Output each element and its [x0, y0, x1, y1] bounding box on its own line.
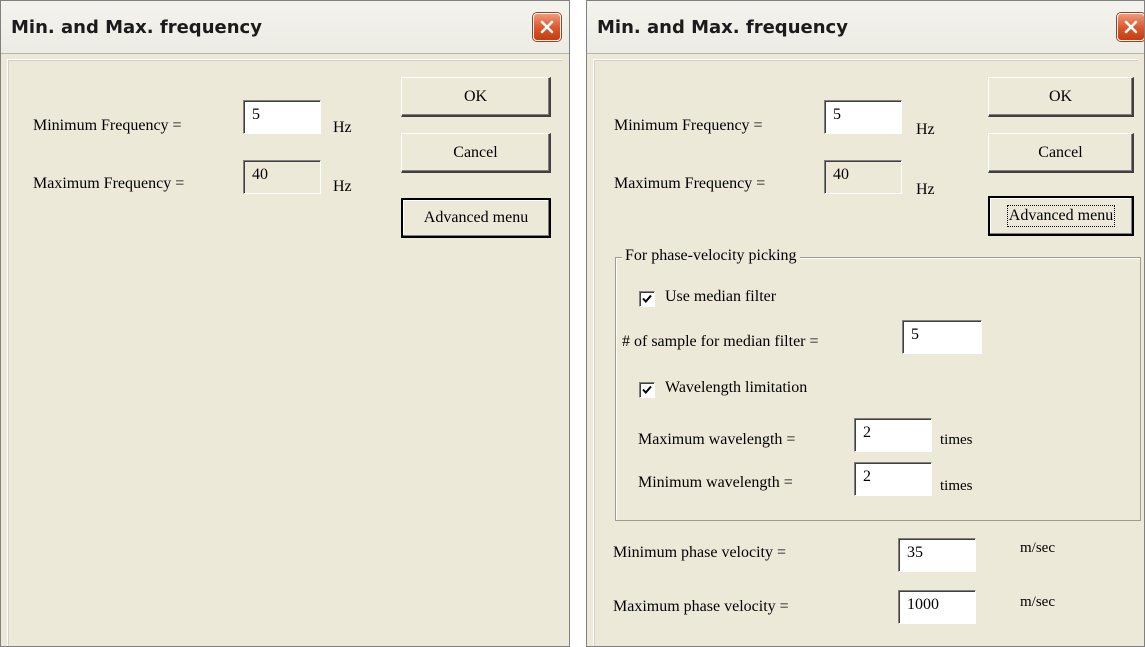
max-frequency-label: Maximum Frequency =: [614, 175, 766, 192]
min-wavelength-input[interactable]: 2: [854, 462, 932, 496]
ok-button[interactable]: OK: [401, 77, 551, 117]
max-frequency-input[interactable]: 40: [243, 160, 321, 194]
min-frequency-label: Minimum Frequency =: [33, 117, 182, 134]
advanced-menu-button-label: Advanced menu: [423, 209, 529, 226]
max-wavelength-unit: times: [940, 432, 973, 448]
max-frequency-unit: Hz: [916, 181, 935, 198]
use-median-filter-label: Use median filter: [665, 288, 777, 305]
max-phase-velocity-input[interactable]: 1000: [898, 590, 976, 624]
wavelength-limitation-label: Wavelength limitation: [665, 379, 808, 396]
max-frequency-label: Maximum Frequency =: [33, 175, 185, 192]
min-frequency-unit: Hz: [916, 121, 935, 138]
close-button[interactable]: [1117, 13, 1144, 41]
title-bar[interactable]: Min. and Max. frequency: [587, 1, 1144, 54]
ok-button-label: OK: [1048, 87, 1073, 105]
ok-button-label: OK: [463, 87, 488, 105]
cancel-button-label: Cancel: [453, 143, 498, 161]
dialog-body: Minimum Frequency = 5 Hz Maximum Frequen…: [7, 59, 563, 646]
max-frequency-input[interactable]: 40: [824, 160, 902, 194]
min-frequency-input[interactable]: 5: [243, 100, 321, 134]
min-frequency-unit: Hz: [333, 119, 352, 136]
dialog-title: Min. and Max. frequency: [11, 17, 262, 38]
group-title: For phase-velocity picking: [622, 247, 800, 265]
dialog-title: Min. and Max. frequency: [597, 17, 848, 38]
max-frequency-unit: Hz: [333, 178, 352, 195]
dialog-min-max-frequency-advanced: Min. and Max. frequency Minimum Frequenc…: [586, 0, 1145, 647]
median-samples-input[interactable]: 5: [902, 320, 982, 354]
cancel-button[interactable]: Cancel: [988, 133, 1134, 173]
min-wavelength-label: Minimum wavelength =: [638, 474, 793, 491]
max-phase-velocity-label: Maximum phase velocity =: [613, 598, 789, 615]
min-phase-velocity-unit: m/sec: [1020, 540, 1055, 556]
min-wavelength-unit: times: [940, 478, 973, 494]
advanced-menu-button[interactable]: Advanced menu: [401, 198, 551, 238]
advanced-menu-button-label: Advanced menu: [1006, 205, 1116, 227]
dialog-min-max-frequency: Min. and Max. frequency Minimum Frequenc…: [0, 0, 570, 647]
min-frequency-label: Minimum Frequency =: [614, 117, 763, 134]
title-bar[interactable]: Min. and Max. frequency: [1, 1, 569, 54]
ok-button[interactable]: OK: [988, 77, 1134, 117]
max-wavelength-label: Maximum wavelength =: [638, 431, 796, 448]
advanced-menu-button[interactable]: Advanced menu: [988, 196, 1134, 236]
cancel-button-label: Cancel: [1038, 143, 1083, 161]
checkmark-icon: [642, 385, 652, 394]
checkmark-icon: [642, 294, 652, 303]
close-button[interactable]: [533, 13, 561, 41]
wavelength-limitation-checkbox[interactable]: [639, 382, 655, 398]
cancel-button[interactable]: Cancel: [401, 133, 551, 173]
phase-velocity-picking-group: For phase-velocity picking Use median fi…: [615, 247, 1141, 521]
median-samples-label: # of sample for median filter =: [622, 333, 819, 350]
use-median-filter-checkbox[interactable]: [639, 291, 655, 307]
close-icon: [1124, 20, 1138, 34]
min-phase-velocity-input[interactable]: 35: [898, 538, 976, 572]
min-frequency-input[interactable]: 5: [824, 100, 902, 134]
dialog-body: Minimum Frequency = 5 Hz Maximum Frequen…: [593, 59, 1141, 646]
max-wavelength-input[interactable]: 2: [854, 418, 932, 452]
close-icon: [540, 20, 554, 34]
max-phase-velocity-unit: m/sec: [1020, 594, 1055, 610]
min-phase-velocity-label: Minimum phase velocity =: [613, 544, 786, 561]
